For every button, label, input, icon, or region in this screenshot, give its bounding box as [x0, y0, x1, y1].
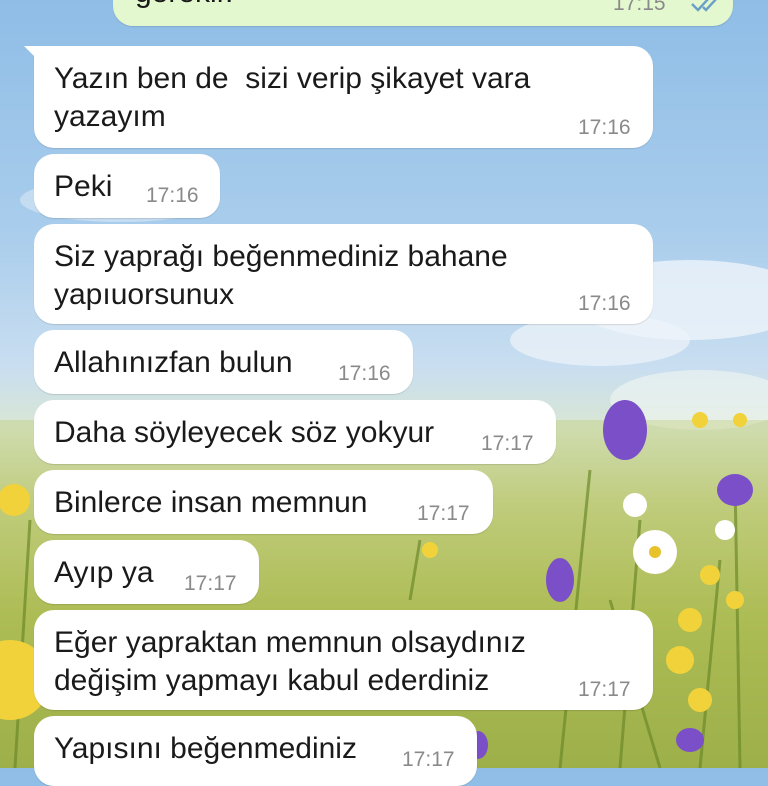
message-text-line-2: yazayım — [54, 100, 166, 133]
message-time: 17:17 — [417, 502, 470, 525]
chat-message-list[interactable]: gerekir. 17:15 Yazın ben de sizi verip ş… — [0, 0, 768, 786]
incoming-message-bubble[interactable]: Ayıp ya 17:17 — [34, 540, 259, 604]
message-text: gerekir. — [135, 0, 233, 12]
message-time: 17:16 — [578, 292, 631, 315]
message-time: 17:17 — [402, 748, 455, 771]
message-text-line-1: Eğer yapraktan memnun olsaydınız — [54, 626, 526, 659]
message-time: 17:17 — [184, 572, 237, 595]
incoming-message-bubble[interactable]: Eğer yapraktan memnun olsaydınız değişim… — [34, 610, 653, 710]
message-text: Ayıp ya — [54, 556, 154, 589]
incoming-message-bubble[interactable]: Siz yaprağı beğenmediniz bahane yapıuors… — [34, 224, 653, 324]
incoming-message-bubble[interactable]: Allahınızfan bulun 17:16 — [34, 330, 413, 394]
double-check-read-icon — [691, 0, 717, 12]
incoming-message-bubble[interactable]: Binlerce insan memnun 17:17 — [34, 470, 493, 534]
incoming-message-bubble[interactable]: Yazın ben de sizi verip şikayet vara yaz… — [24, 46, 653, 148]
message-text: Peki — [54, 170, 113, 203]
message-text-line-2: değişim yapmayı kabul ederdiniz — [54, 664, 490, 697]
message-text-line-1: Yazın ben de sizi verip şikayet vara — [54, 62, 531, 95]
message-text: Allahınızfan bulun — [54, 346, 293, 379]
outgoing-message-bubble[interactable]: gerekir. 17:15 — [113, 0, 733, 26]
message-text: Binlerce insan memnun — [54, 486, 368, 519]
incoming-message-bubble[interactable]: Peki 17:16 — [34, 154, 220, 218]
message-text: Daha söyleyecek söz yokyur — [54, 416, 435, 449]
message-text-line-1: Siz yaprağı beğenmediniz bahane — [54, 240, 508, 273]
message-text: Yapısını beğenmediniz — [54, 732, 357, 765]
message-time: 17:16 — [338, 362, 391, 385]
message-time: 17:15 — [613, 0, 666, 15]
message-time: 17:16 — [146, 184, 199, 207]
message-time: 17:17 — [481, 432, 534, 455]
message-text-line-2: yapıuorsunux — [54, 278, 235, 311]
message-time: 17:17 — [578, 678, 631, 701]
incoming-message-bubble[interactable]: Daha söyleyecek söz yokyur 17:17 — [34, 400, 556, 464]
bubble-tail — [24, 46, 40, 62]
incoming-message-bubble[interactable]: Yapısını beğenmediniz 17:17 — [34, 716, 477, 786]
message-time: 17:16 — [578, 116, 631, 139]
